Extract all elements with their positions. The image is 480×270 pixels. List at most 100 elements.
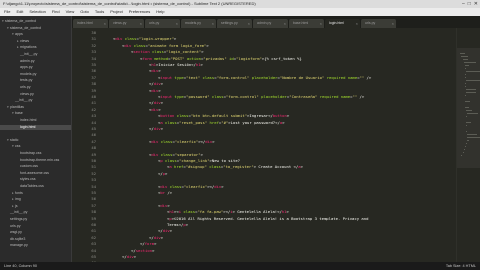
sidebar-file[interactable]: views.py [0, 92, 71, 97]
sidebar-file[interactable]: custom.css [0, 164, 71, 169]
tab-models-py[interactable]: models.py × [181, 19, 216, 28]
sidebar-file[interactable]: apps.py [0, 65, 71, 70]
code-token: div [126, 254, 134, 259]
sidebar-file[interactable]: manage.py [0, 243, 71, 248]
minimap-line [466, 131, 468, 132]
sidebar-folder[interactable]: ▸views [0, 39, 71, 44]
sidebar-folder[interactable]: ▾static [0, 138, 71, 143]
sidebar-folder[interactable]: ▸fonts [0, 191, 71, 196]
close-tab-icon[interactable]: × [140, 19, 142, 28]
sidebar-item-label: apps.py [20, 65, 33, 70]
sidebar-file[interactable] [0, 131, 71, 136]
tab-urls-py[interactable]: urls.py × [145, 19, 180, 28]
code-line: </p> [158, 171, 167, 176]
sidebar-file[interactable]: tests.py [0, 78, 71, 83]
sidebar-file[interactable]: __init__.py [0, 98, 71, 103]
sidebar-file[interactable]: dataTables.css [0, 184, 71, 189]
close-tab-icon[interactable]: × [284, 19, 286, 28]
minimap-viewport[interactable] [457, 48, 480, 168]
sidebar-folder[interactable]: ▸img [0, 197, 71, 202]
close-tab-icon[interactable]: × [248, 19, 250, 28]
minimap[interactable] [456, 28, 480, 262]
code-token: > [167, 202, 170, 208]
code-token: "password" [186, 94, 210, 99]
tab-urls-py[interactable]: urls.py × [361, 19, 396, 28]
close-icon[interactable]: ✕ [474, 0, 478, 8]
menu-item-tools[interactable]: Tools [95, 8, 104, 16]
sidebar-file[interactable]: admin.py [0, 59, 71, 64]
sidebar-file[interactable]: index.html [0, 118, 71, 123]
editor-settings[interactable]: Tab Size: 4 HTML [446, 262, 476, 270]
code-token: class [165, 158, 177, 163]
sidebar-file[interactable]: bootstrap-theme.min.css [0, 158, 71, 163]
code-token: div [153, 81, 161, 87]
line-number: 36 [91, 68, 96, 74]
minimize-icon[interactable]: – [462, 0, 465, 8]
sidebar-file[interactable]: font-awesome.css [0, 171, 71, 176]
sidebar-folder[interactable]: ▸js [0, 204, 71, 209]
menu-item-view[interactable]: View [66, 8, 75, 16]
sidebar-folder[interactable]: ▾base [0, 111, 71, 116]
close-tab-icon[interactable]: × [356, 19, 358, 28]
tab-base-html[interactable]: base.html × [289, 19, 324, 28]
sidebar-item-label: urls.py [20, 85, 31, 89]
menu-item-selection[interactable]: Selection [29, 8, 45, 16]
sidebar-item-label: views [20, 38, 29, 43]
menu-item-preferences[interactable]: Preferences [129, 8, 151, 16]
sidebar-file[interactable]: bootstrap.css [0, 151, 71, 156]
code-token: div [153, 100, 161, 106]
close-tab-icon[interactable]: × [176, 19, 178, 28]
code-token: > [152, 247, 155, 253]
code-line: <section class="login_content"> [131, 49, 204, 54]
minimap-line [466, 110, 473, 111]
sidebar-file[interactable]: styles.css [0, 177, 71, 182]
sidebar-item-label: tests.py [20, 78, 33, 83]
sidebar-folder[interactable]: ▾css [0, 144, 71, 149]
menu-item-file[interactable]: File [4, 8, 10, 16]
tab-index-html[interactable]: index.html × [73, 19, 108, 28]
sidebar-folder[interactable]: ▾plantillas [0, 105, 71, 110]
sidebar-folder[interactable]: ▾sistema_de_control [0, 26, 71, 31]
tab-login-html[interactable]: login.html × [325, 19, 360, 28]
sidebar-item-label: manage.py [10, 243, 28, 248]
sidebar-folder[interactable]: ▾apps [0, 32, 71, 37]
code-line: <a href="#signup" class="to_register"> C… [167, 164, 303, 169]
sidebar-file[interactable]: __init__.py [0, 52, 71, 57]
line-number: 51 [91, 164, 96, 170]
code-token: > [201, 49, 204, 55]
sidebar-file[interactable]: models.py [0, 72, 71, 77]
sidebar-item-label: css [15, 144, 21, 149]
tab-admin-py[interactable]: admin.py × [253, 19, 288, 28]
menu-item-goto[interactable]: Goto [80, 8, 89, 16]
code-token: > [300, 164, 303, 170]
window-controls: – □ ✕ [462, 0, 478, 8]
sidebar-file[interactable]: wsgi.py [0, 230, 71, 235]
code-token: class [160, 151, 173, 157]
line-number: 60 [91, 222, 96, 227]
minimap-line [463, 62, 477, 63]
sidebar-file[interactable]: __init__.py [0, 210, 71, 215]
close-tab-icon[interactable]: × [320, 19, 322, 28]
sidebar-folder[interactable]: ▾sistema_de_control [0, 19, 71, 24]
close-tab-icon[interactable]: × [392, 19, 394, 28]
menu-item-edit[interactable]: Edit [16, 8, 23, 16]
menu-item-find[interactable]: Find [52, 8, 60, 16]
sidebar-item-label: views.py [20, 91, 34, 96]
sidebar-file[interactable]: login.html [0, 124, 71, 130]
code-token: > [133, 254, 137, 259]
sidebar-file[interactable]: urls.py [0, 85, 71, 90]
sidebar-folder[interactable]: ▸migrations [0, 45, 71, 50]
menu-item-help[interactable]: Help [156, 8, 164, 16]
menu-item-project[interactable]: Project [110, 8, 122, 16]
maximize-icon[interactable]: □ [468, 0, 471, 8]
close-tab-icon[interactable]: × [212, 19, 214, 28]
tab-views-py[interactable]: views.py × [109, 19, 144, 28]
close-tab-icon[interactable]: × [104, 19, 106, 28]
tab-settings-py[interactable]: settings.py × [217, 19, 252, 28]
code-editor[interactable]: <div class="login-wrapper"> <div class="a… [100, 28, 456, 262]
sidebar-file[interactable]: settings.py [0, 217, 71, 222]
sidebar-file[interactable]: db.sqlite3 [0, 237, 71, 242]
minimap-line [465, 74, 467, 75]
sidebar-file[interactable]: urls.py [0, 224, 71, 229]
code-line: <a class="reset_pass" href="#">Lost your… [158, 120, 285, 125]
